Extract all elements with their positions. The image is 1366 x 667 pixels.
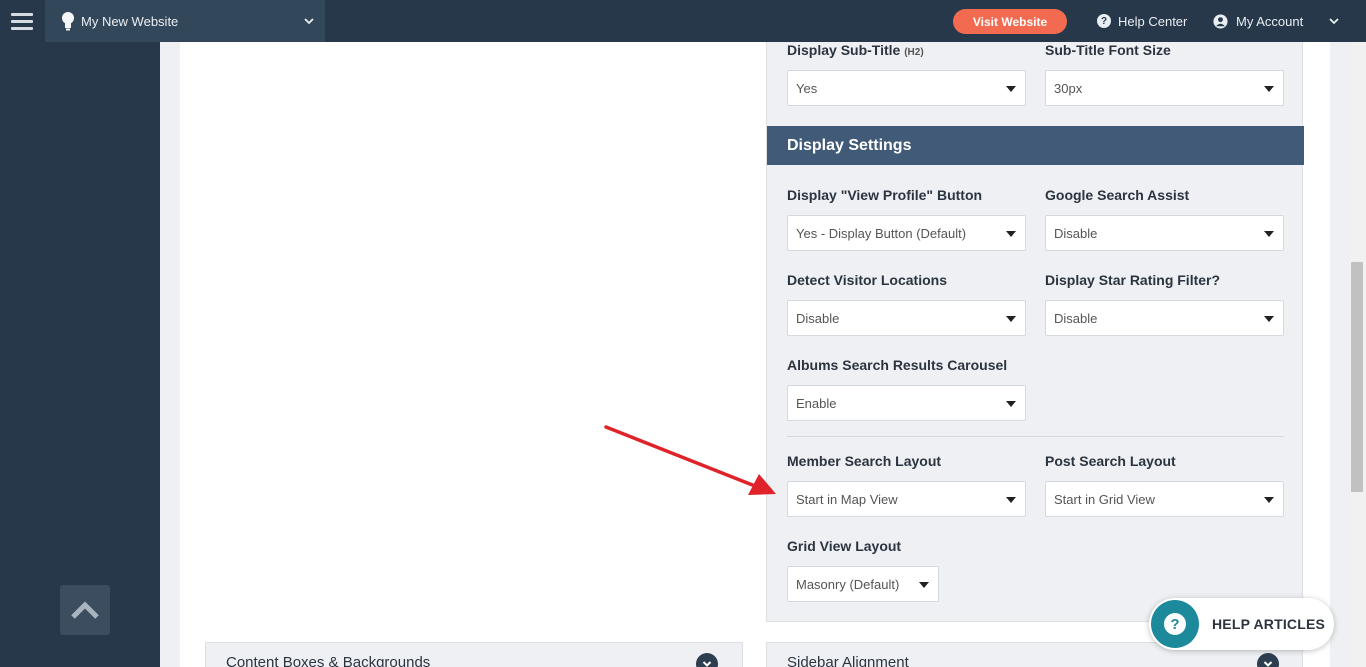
star-rating-label: Display Star Rating Filter? [1045, 272, 1221, 288]
caret-down-icon [919, 582, 929, 588]
my-account-label: My Account [1236, 13, 1304, 29]
content-boxes-section[interactable]: Content Boxes & Backgrounds [205, 642, 743, 667]
view-profile-value: Yes - Display Button (Default) [796, 225, 967, 241]
member-layout-label: Member Search Layout [787, 453, 942, 469]
detect-visitor-value: Disable [796, 310, 840, 326]
caret-down-icon [1264, 497, 1274, 503]
my-account-menu[interactable]: My Account [1213, 0, 1303, 42]
caret-down-icon [1264, 316, 1274, 322]
caret-down-icon [1006, 316, 1016, 322]
member-layout-value: Start in Map View [796, 491, 898, 507]
help-center-link[interactable]: ? Help Center [1097, 0, 1187, 42]
chevron-down-icon [304, 18, 314, 25]
help-circle: ? [1151, 600, 1199, 648]
google-assist-value: Disable [1054, 225, 1098, 241]
sub-title-label: Display Sub-Title (H2) [787, 42, 924, 58]
scrollbar-thumb[interactable] [1351, 262, 1363, 492]
chevron-down-icon[interactable] [1328, 15, 1340, 27]
sub-title-font-value: 30px [1054, 80, 1083, 96]
grid-layout-value: Masonry (Default) [796, 576, 900, 592]
red-arrow-annotation [604, 425, 776, 495]
content-boxes-title: Content Boxes & Backgrounds [226, 654, 431, 667]
sub-title-value: Yes [796, 80, 818, 96]
caret-down-icon [1006, 401, 1016, 407]
section-header-display-settings: Display Settings [767, 126, 1304, 165]
detect-visitor-label: Detect Visitor Locations [787, 272, 948, 288]
sub-title-font-select[interactable]: 30px [1045, 70, 1284, 106]
albums-carousel-label: Albums Search Results Carousel [787, 357, 1008, 373]
help-articles-button[interactable]: ? HELP ARTICLES [1149, 598, 1334, 650]
post-layout-value: Start in Grid View [1054, 491, 1155, 507]
sidebar-alignment-title: Sidebar Alignment [787, 654, 909, 667]
sub-title-tag: (H2) [904, 47, 924, 58]
grid-layout-select[interactable]: Masonry (Default) [787, 566, 939, 602]
google-assist-select[interactable]: Disable [1045, 215, 1284, 251]
albums-carousel-value: Enable [796, 395, 837, 411]
question-icon: ? [1164, 613, 1186, 635]
google-assist-label: Google Search Assist [1045, 187, 1190, 203]
sub-title-font-label: Sub-Title Font Size [1045, 42, 1171, 58]
caret-down-icon [1264, 86, 1274, 92]
help-articles-label: HELP ARTICLES [1212, 616, 1326, 632]
star-rating-value: Disable [1054, 310, 1098, 326]
sub-title-label-text: Display Sub-Title [787, 42, 901, 58]
caret-down-icon [1006, 231, 1016, 237]
albums-carousel-select[interactable]: Enable [787, 385, 1026, 421]
menu-icon[interactable] [0, 0, 44, 42]
site-selector[interactable]: My New Website [45, 0, 325, 42]
view-profile-select[interactable]: Yes - Display Button (Default) [787, 215, 1026, 251]
detect-visitor-select[interactable]: Disable [787, 300, 1026, 336]
question-icon: ? [1097, 14, 1111, 28]
member-layout-select[interactable]: Start in Map View [787, 481, 1026, 517]
scroll-to-top-button[interactable] [60, 585, 110, 635]
grid-layout-label: Grid View Layout [787, 538, 902, 554]
sub-title-select[interactable]: Yes [787, 70, 1026, 106]
divider [787, 436, 1284, 437]
lightbulb-icon [62, 12, 74, 31]
post-layout-label: Post Search Layout [1045, 453, 1176, 469]
user-icon [1213, 13, 1228, 29]
post-layout-select[interactable]: Start in Grid View [1045, 481, 1284, 517]
left-sidebar [0, 42, 160, 667]
settings-panel: Display Sub-Title (H2) Yes Sub-Title Fon… [766, 42, 1304, 622]
caret-down-icon [1264, 231, 1274, 237]
visit-website-button[interactable]: Visit Website [953, 9, 1067, 34]
help-center-label: Help Center [1118, 13, 1188, 29]
view-profile-label: Display "View Profile" Button [787, 187, 983, 203]
caret-down-icon [1006, 497, 1016, 503]
caret-down-icon [1006, 86, 1016, 92]
top-bar: My New Website Visit Website ? Help Cent… [0, 0, 1366, 42]
chevron-down-icon [696, 653, 718, 667]
site-name: My New Website [81, 13, 179, 29]
content-area: Display Sub-Title (H2) Yes Sub-Title Fon… [160, 42, 1350, 667]
star-rating-select[interactable]: Disable [1045, 300, 1284, 336]
chevron-up-icon [71, 601, 99, 619]
chevron-down-icon [1257, 653, 1279, 667]
